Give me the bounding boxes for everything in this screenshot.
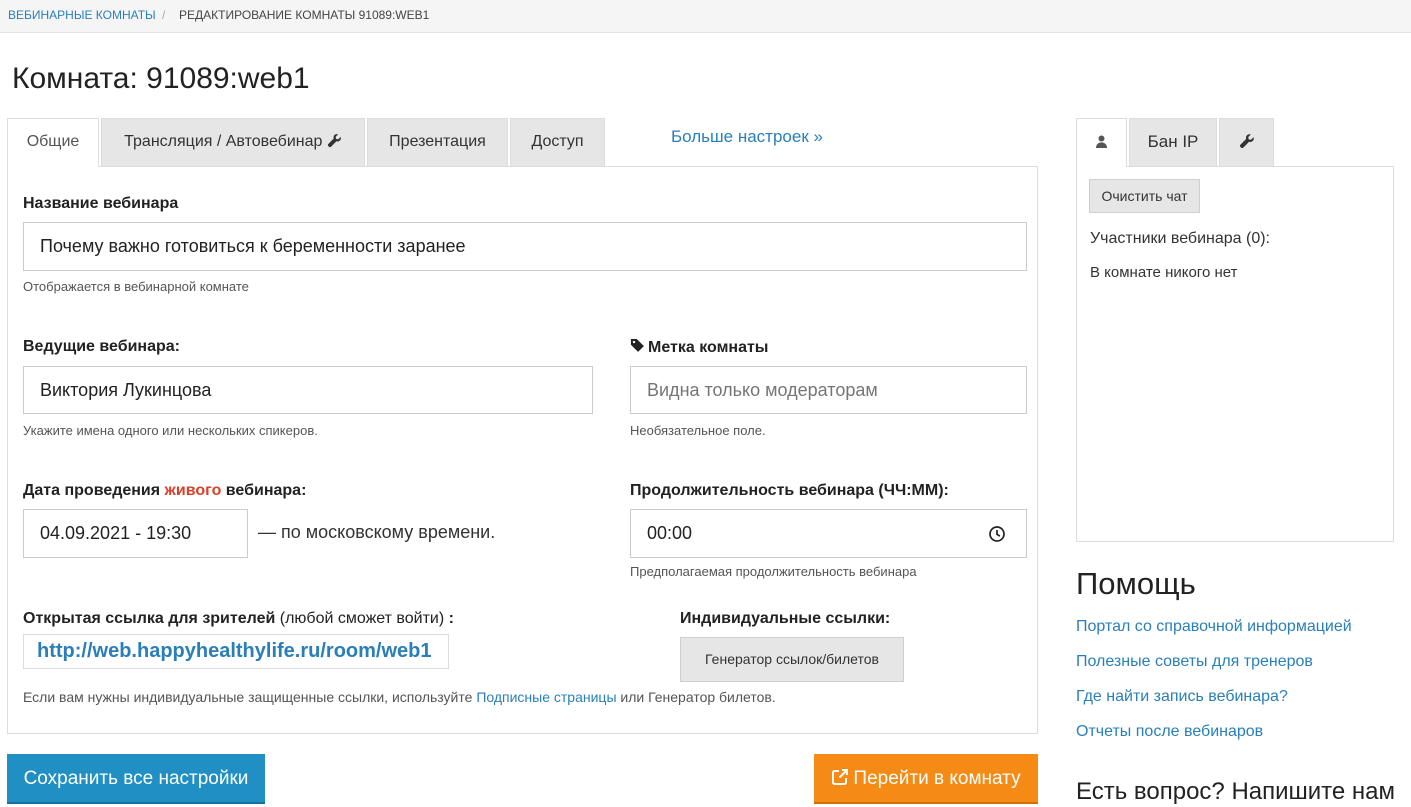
tab-broadcast-label: Трансляция / Автовебинар	[124, 133, 323, 150]
date-input[interactable]	[23, 509, 248, 558]
tab-sidebar-settings[interactable]	[1219, 118, 1274, 166]
duration-label: Продолжительность вебинара (ЧЧ:ММ):	[630, 482, 949, 499]
tab-general[interactable]: Общие	[7, 118, 99, 167]
clear-chat-button[interactable]: Очистить чат	[1089, 179, 1200, 213]
help-link-recording[interactable]: Где найти запись вебинара?	[1076, 688, 1288, 706]
ask-question-heading: Есть вопрос? Напишите нам	[1076, 778, 1396, 805]
open-link-label-normal: (любой сможет войти)	[275, 610, 449, 627]
save-all-settings-button[interactable]: Сохранить все настройки	[7, 754, 265, 804]
breadcrumb-separator: /	[162, 8, 166, 22]
tab-access-label: Доступ	[531, 133, 584, 150]
participants-empty: В комнате никого нет	[1090, 264, 1238, 281]
wrench-icon	[327, 133, 342, 148]
note-text-after: или Генератор билетов.	[616, 689, 776, 705]
note-text-before: Если вам нужны индивидуальные защищенные…	[23, 689, 477, 705]
page-title: Комната: 91089:web1	[12, 62, 310, 95]
hosts-label: Ведущие вебинара:	[23, 338, 180, 355]
tab-general-label: Общие	[26, 133, 80, 150]
tab-participants[interactable]	[1076, 118, 1127, 167]
help-title: Помощь	[1076, 566, 1196, 601]
duration-value: 00:00	[647, 523, 693, 543]
breadcrumb-webinar-rooms-link[interactable]: Вебинарные комнаты	[8, 0, 156, 30]
go-to-room-button[interactable]: Перейти в комнату	[814, 754, 1038, 804]
tab-presentation[interactable]: Презентация	[367, 118, 508, 166]
more-settings-link[interactable]: Больше настроек »	[671, 127, 823, 147]
webinar-name-input[interactable]	[23, 222, 1027, 271]
tab-presentation-label: Презентация	[389, 133, 486, 150]
duration-input[interactable]: 00:00	[630, 509, 1027, 558]
tab-ban-ip-label: Бан IP	[1147, 132, 1199, 151]
open-link-field[interactable]: http://web.happyhealthylife.ru/room/web1	[23, 634, 449, 669]
external-link-icon	[831, 768, 849, 786]
help-link-portal[interactable]: Портал со справочной информацией	[1076, 618, 1352, 636]
breadcrumb-current: Редактирование комнаты 91089:web1	[179, 8, 430, 22]
user-icon	[1096, 135, 1107, 148]
room-tag-input[interactable]	[630, 366, 1027, 414]
tab-ban-ip[interactable]: Бан IP	[1129, 118, 1217, 166]
help-link-reports[interactable]: Отчеты после вебинаров	[1076, 723, 1263, 741]
tag-icon	[630, 338, 645, 353]
individual-links-label: Индивидуальные ссылки:	[680, 610, 891, 627]
link-generator-button[interactable]: Генератор ссылок/билетов	[680, 637, 904, 682]
wrench-icon	[1239, 133, 1255, 149]
hosts-input[interactable]	[23, 366, 593, 414]
open-link-label: Открытая ссылка для зрителей (любой смож…	[23, 610, 454, 628]
webinar-name-help: Отображается в вебинарной комнате	[23, 279, 249, 294]
tab-broadcast[interactable]: Трансляция / Автовебинар	[101, 118, 365, 166]
participants-panel	[1076, 166, 1394, 542]
webinar-name-label: Название вебинара	[23, 195, 179, 212]
room-tag-help: Необязательное поле.	[630, 423, 766, 438]
go-to-room-label: Перейти в комнату	[853, 768, 1021, 789]
date-label-before: Дата проведения	[23, 482, 165, 499]
timezone-note: — по московскому времени.	[258, 522, 496, 542]
tab-access[interactable]: Доступ	[510, 118, 605, 166]
room-tag-label-wrap: Метка комнаты	[630, 338, 768, 357]
room-tag-label: Метка комнаты	[648, 339, 769, 356]
hosts-help: Укажите имена одного или нескольких спик…	[23, 423, 318, 438]
help-link-tips[interactable]: Полезные советы для тренеров	[1076, 653, 1313, 671]
date-label-live: живого	[164, 482, 222, 499]
open-link-label-colon: :	[448, 610, 454, 627]
breadcrumb: Вебинарные комнаты / Редактирование комн…	[0, 0, 1411, 33]
duration-help: Предполагаемая продолжительность вебинар…	[630, 564, 917, 579]
open-link-label-bold: Открытая ссылка для зрителей	[23, 610, 276, 627]
date-label: Дата проведения живого вебинара:	[23, 482, 306, 500]
clock-icon[interactable]	[988, 525, 1006, 543]
subscription-pages-link[interactable]: Подписные страницы	[476, 689, 616, 705]
participants-count: Участники вебинара (0):	[1090, 230, 1270, 247]
date-label-after: вебинара:	[221, 482, 307, 499]
individual-links-note: Если вам нужны индивидуальные защищенные…	[23, 689, 776, 705]
